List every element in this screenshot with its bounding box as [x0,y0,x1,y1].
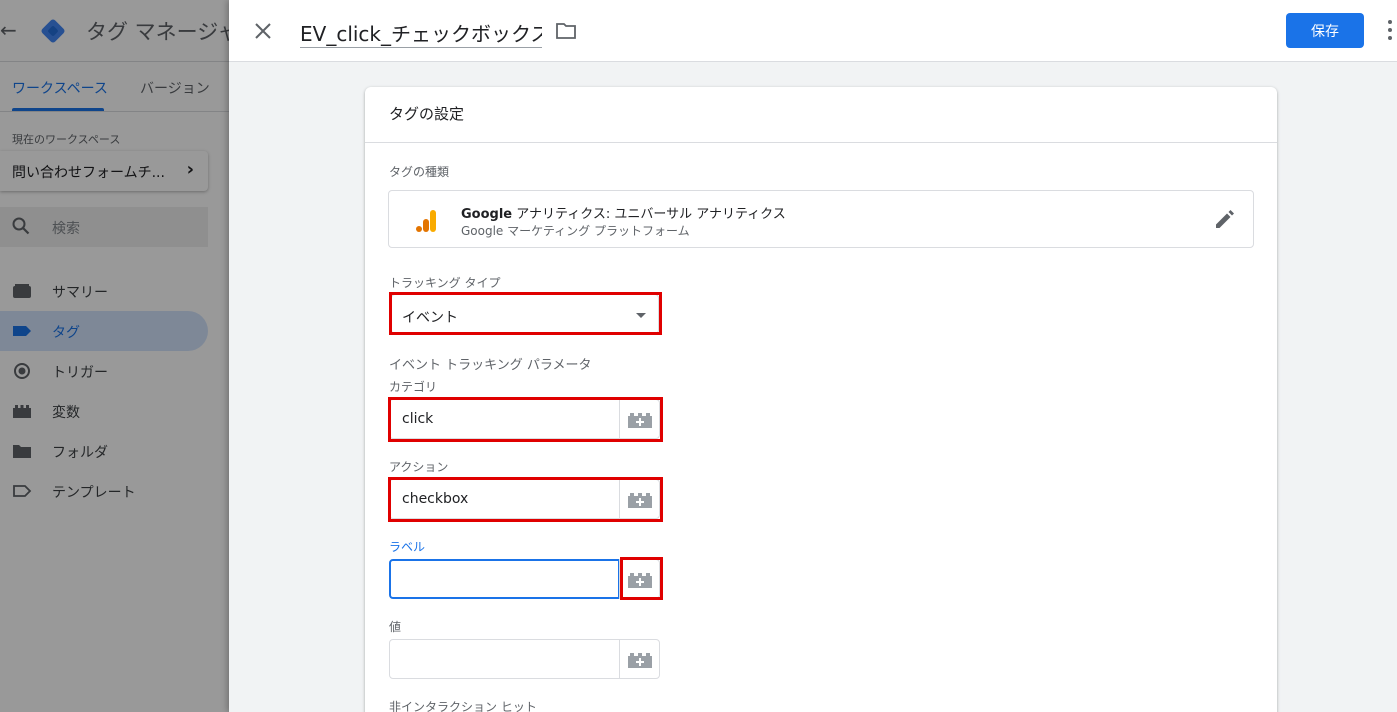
insert-variable-button[interactable] [619,639,660,679]
variable-brick-icon [628,573,652,588]
category-input[interactable]: click [389,399,620,439]
dropdown-arrow-icon [636,313,646,318]
tracking-type-select[interactable]: イベント [391,294,659,334]
tag-name-input[interactable]: EV_click_チェックボックス [300,14,542,48]
category-label: カテゴリ [389,380,438,394]
folder-icon[interactable] [555,20,577,42]
tag-editor-panel: EV_click_チェックボックス 保存 タグの設定 タグの種類 Google … [229,0,1397,712]
variable-brick-icon [628,413,652,428]
variable-brick-icon [628,653,652,668]
close-icon[interactable] [251,19,275,43]
action-label: アクション [389,460,449,474]
insert-variable-button[interactable] [619,399,660,439]
panel-header: EV_click_チェックボックス 保存 [229,0,1397,62]
tag-type-name: Google アナリティクス: ユニバーサル アナリティクス [461,207,786,222]
save-button[interactable]: 保存 [1286,13,1364,48]
label-field-label: ラベル [389,540,426,554]
insert-variable-button[interactable] [619,479,660,519]
modal-scrim[interactable] [0,0,230,712]
non-interaction-label: 非インタラクション ヒット [389,700,537,712]
value-label: 値 [389,620,402,634]
tag-configuration-card: タグの設定 タグの種類 Google アナリティクス: ユニバーサル アナリティ… [365,87,1277,712]
more-vert-icon[interactable] [1384,18,1396,44]
value-input[interactable] [389,639,620,679]
insert-variable-button[interactable] [619,559,660,599]
action-input[interactable]: checkbox [389,479,620,519]
tag-type-selector[interactable]: Google アナリティクス: ユニバーサル アナリティクス Google マー… [388,190,1254,248]
tracking-type-value: イベント [402,310,458,326]
card-title: タグの設定 [389,105,465,123]
divider [365,142,1277,143]
google-analytics-icon [416,210,436,232]
tag-type-label: タグの種類 [389,165,450,179]
event-params-heading: イベント トラッキング パラメータ [389,358,592,373]
variable-brick-icon [628,493,652,508]
tracking-type-label: トラッキング タイプ [389,276,501,290]
tag-type-subtitle: Google マーケティング プラットフォーム [461,224,690,238]
edit-pencil-icon[interactable] [1213,209,1235,231]
label-input[interactable] [389,559,620,599]
